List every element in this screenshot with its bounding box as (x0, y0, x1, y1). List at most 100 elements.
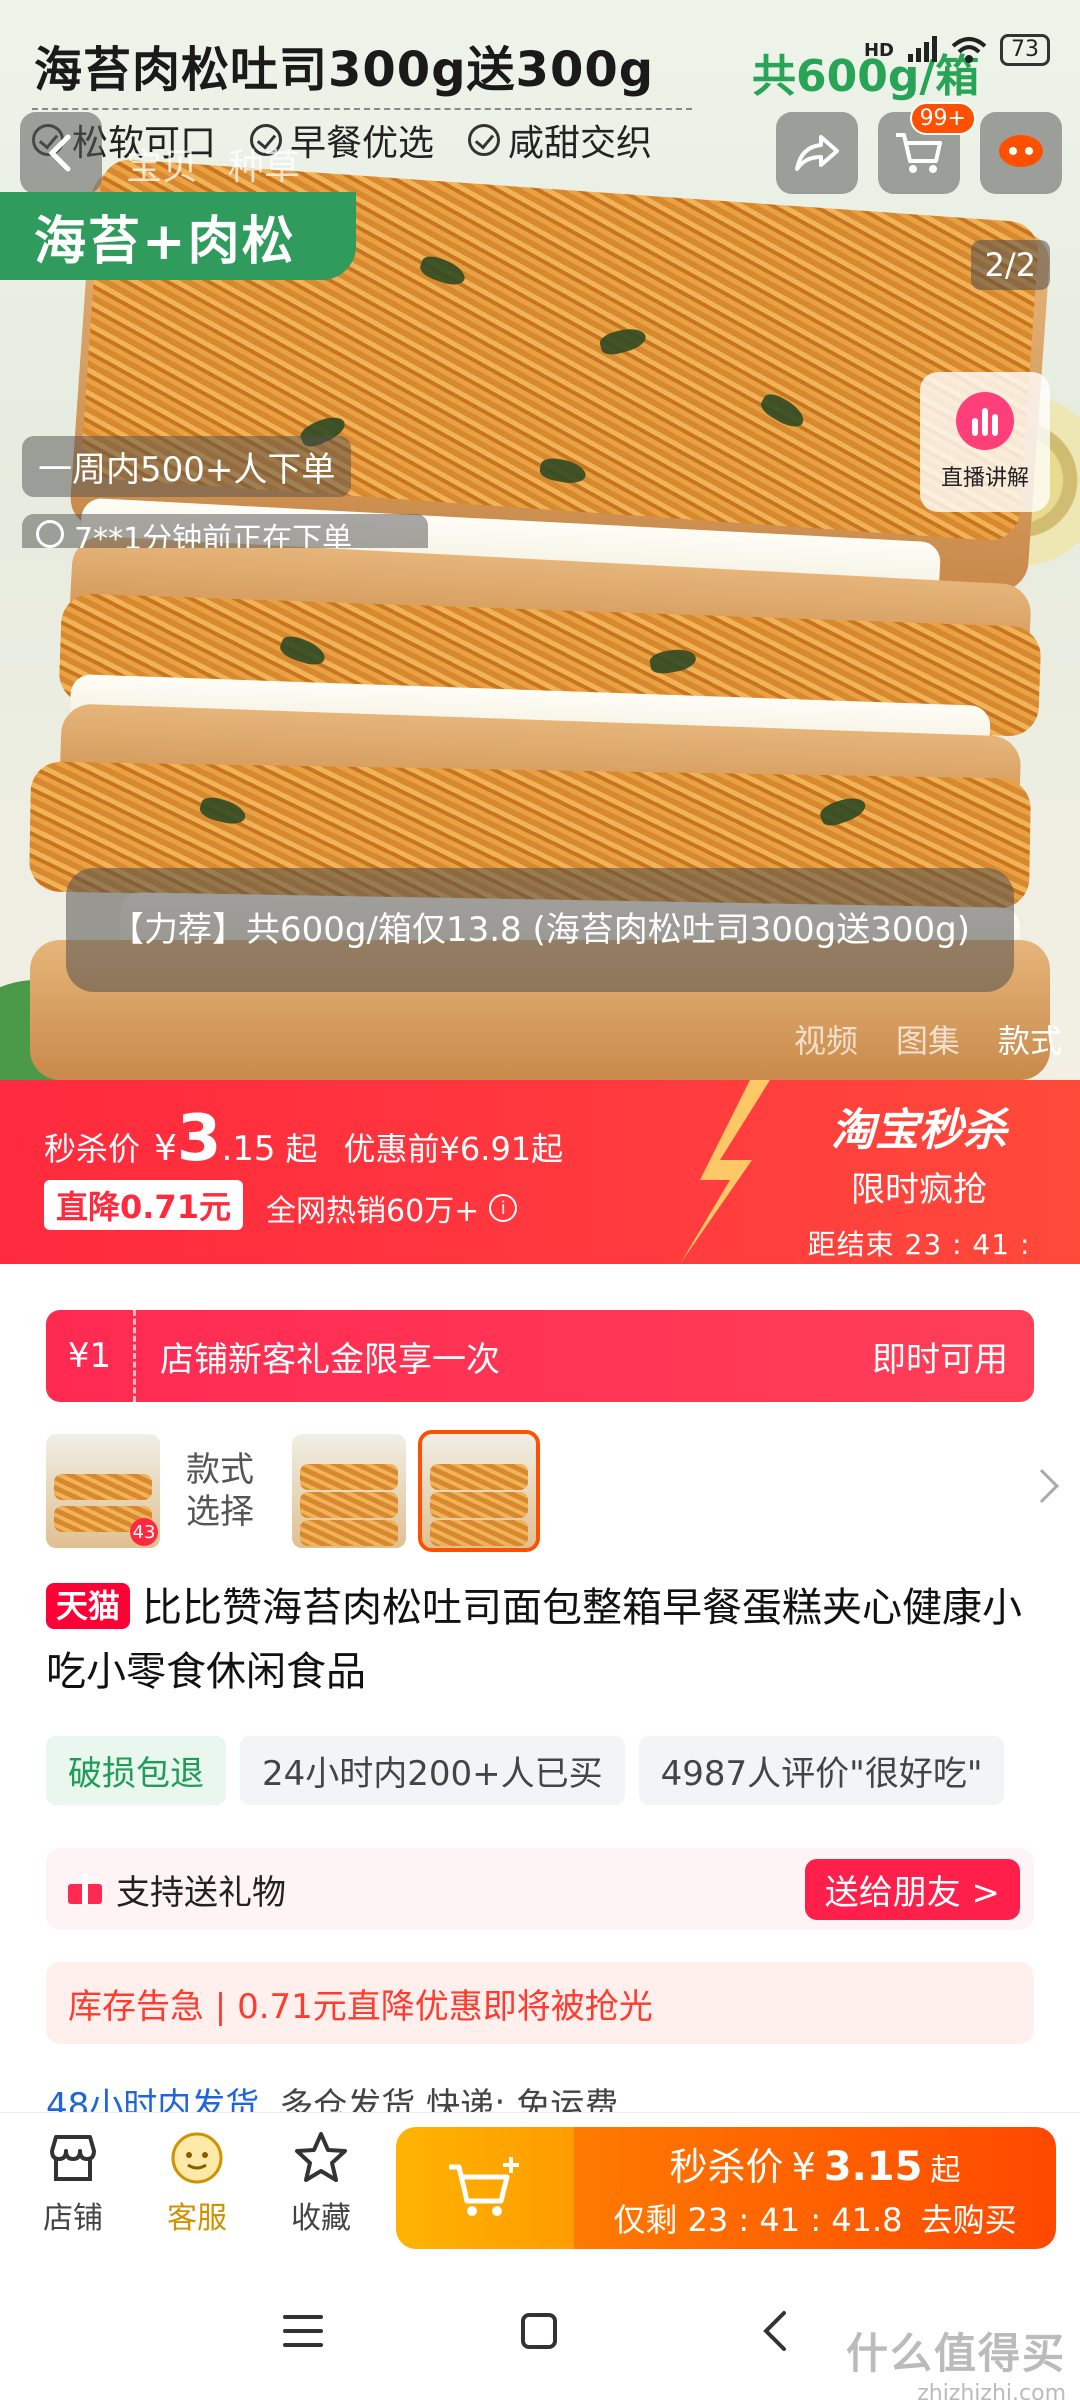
buy-countdown: 23 : 41 : 41.8 (687, 2200, 903, 2239)
share-button[interactable] (776, 112, 858, 194)
flash-sale-logo: 淘宝秒杀 (831, 1105, 1007, 1156)
price-suffix: 起 (285, 1130, 318, 1168)
home-square-icon (521, 2313, 557, 2349)
signal-icon (908, 36, 937, 62)
live-explain-button[interactable]: 直播讲解 (920, 372, 1050, 512)
store-icon (50, 2135, 96, 2181)
product-title-text: 比比赞海苔肉松吐司面包整箱早餐蛋糕夹心健康小吃小零食休闲食品 (46, 1585, 1023, 1695)
countdown-label: 距结束 (807, 1228, 895, 1261)
new-customer-coupon[interactable]: ¥1 店铺新客礼金限享一次 即时可用 (46, 1310, 1034, 1402)
tab-product[interactable]: 宝贝 (126, 138, 198, 190)
watermark-url: zhizhizhi.com (917, 2381, 1066, 2400)
product-hero-image[interactable]: 海苔肉松吐司300g送300g 共600g/箱 HD 73 松软可口 早餐优选 … (0, 0, 1080, 1080)
store-button[interactable]: 店铺 (18, 2129, 128, 2237)
chevron-right-icon[interactable] (1025, 1469, 1059, 1503)
chip-recent-buyers[interactable]: 24小时内200+人已买 (240, 1736, 625, 1805)
chevron-left-icon (48, 134, 71, 172)
variant-thumbnail[interactable]: 43 (46, 1434, 160, 1548)
weekly-orders-badge: 一周内500+人下单 (22, 436, 352, 497)
home-button[interactable] (504, 2296, 574, 2366)
shipping-time: 48小时内发货 (46, 2086, 260, 2112)
buy-action-label: 去购买 (920, 2200, 1017, 2239)
product-title: 天猫 比比赞海苔肉松吐司面包整箱早餐蛋糕夹心健康小吃小零食休闲食品 (46, 1576, 1036, 1704)
media-tabs: 视频 图集 款式 (794, 1016, 1062, 1062)
price-decimal: .15 (221, 1129, 276, 1169)
flash-sale-banner: 秒杀价 ¥ 3 .15 起 优惠前¥6.91起 直降0.71元 全网热销60万+… (0, 1080, 1080, 1296)
buy-currency: ¥ (791, 2144, 816, 2189)
live-bars-icon (956, 392, 1014, 450)
recent-order-ticker: 7**1分钟前正在下单 (22, 514, 428, 548)
top-tabs: 宝贝 种草 (126, 138, 300, 190)
recent-apps-button[interactable] (268, 2296, 338, 2366)
image-page-counter: 2/2 (970, 240, 1050, 290)
menu-icon (283, 2315, 323, 2347)
bottom-action-bar: 店铺 客服 收藏 秒杀价 ¥ 3.15 起 仅剩 23 : 41 : 41.8 … (0, 2112, 1080, 2262)
buy-price-label: 秒杀价 (669, 2144, 784, 2189)
variant-select-label: 款式选择 (186, 1450, 254, 1532)
image-caption: 【力荐】共600g/箱仅13.8 (海苔肉松吐司300g送300g) (66, 868, 1014, 992)
variant-thumbnail-selected[interactable] (418, 1430, 540, 1552)
coupon-description: 店铺新客礼金限享一次 (160, 1339, 500, 1380)
tmall-badge: 天猫 (46, 1583, 131, 1629)
tab-styles[interactable]: 款式 (998, 1016, 1062, 1062)
buy-now-button[interactable]: 秒杀价 ¥ 3.15 起 仅剩 23 : 41 : 41.8 去购买 (396, 2127, 1056, 2249)
gift-icon (68, 1874, 102, 1904)
add-to-cart-button[interactable] (396, 2127, 574, 2249)
add-cart-icon (449, 2157, 519, 2216)
system-status-bar: HD 73 (864, 34, 1050, 66)
tab-gallery[interactable]: 图集 (896, 1016, 960, 1062)
info-icon: i (489, 1194, 518, 1222)
flash-sale-subtitle: 限时疯抢 (851, 1170, 987, 1210)
flash-buy-button[interactable]: 秒杀价 ¥ 3.15 起 仅剩 23 : 41 : 41.8 去购买 (574, 2127, 1056, 2249)
page-title: 海苔肉松吐司300g送300g (34, 42, 655, 98)
flavor-tag: 海苔+肉松 (0, 192, 356, 280)
hot-sales-label: 全网热销60万+ (266, 1194, 480, 1229)
chip-reviews[interactable]: 4987人评价"很好吃" (638, 1736, 1005, 1805)
buy-remaining-label: 仅剩 (613, 2200, 678, 2239)
more-button[interactable] (980, 112, 1062, 194)
variant-thumbnail[interactable] (292, 1434, 406, 1548)
coupon-amount: ¥1 (46, 1310, 136, 1402)
price-line: 秒杀价 ¥ 3 .15 起 优惠前¥6.91起 (44, 1102, 563, 1176)
check-icon (468, 124, 501, 156)
wifi-icon (951, 37, 987, 63)
favorite-button[interactable]: 收藏 (266, 2129, 376, 2237)
buy-price: 3.15 (823, 2143, 923, 2190)
hot-sales-info[interactable]: 全网热销60万+ i (266, 1186, 518, 1230)
tab-video[interactable]: 视频 (794, 1016, 858, 1062)
share-icon (795, 135, 839, 171)
highlight-label: 早餐优选 (290, 123, 435, 164)
highlight-label: 咸甜交织 (508, 123, 653, 164)
original-price: 优惠前¥6.91起 (343, 1130, 564, 1168)
customer-service-button[interactable]: 客服 (142, 2129, 252, 2237)
variant-count-badge: 43 (130, 1518, 158, 1546)
highlight-item: 咸甜交织 (468, 114, 652, 166)
gift-support-row[interactable]: 支持送礼物 送给朋友 > (46, 1848, 1034, 1930)
customer-service-label: 客服 (167, 2201, 227, 2236)
buy-suffix: 起 (930, 2152, 961, 2188)
back-button[interactable] (20, 112, 102, 194)
price-currency: ¥ (154, 1128, 177, 1169)
back-arrow-icon (763, 2311, 786, 2351)
price-integer: 3 (176, 1102, 222, 1176)
shipping-info[interactable]: 48小时内发货 多仓发货 快递: 免运费 (46, 2078, 618, 2112)
variant-selector[interactable]: 43 款式选择 (46, 1430, 540, 1552)
tab-community[interactable]: 种草 (228, 138, 300, 190)
system-back-button[interactable] (740, 2296, 810, 2366)
user-avatar-icon (36, 520, 64, 548)
network-label: HD (863, 39, 894, 61)
lightning-bolt-icon (680, 1080, 770, 1264)
price-drop-tag: 直降0.71元 (44, 1180, 243, 1230)
cart-button[interactable]: 99+ (878, 102, 976, 194)
customer-service-icon (171, 2132, 223, 2184)
system-navigation-bar: 什么值得买 zhizhizhi.com (0, 2262, 1080, 2400)
buy-countdown-line: 仅剩 23 : 41 : 41.8 去购买 (613, 2195, 1016, 2241)
recent-order-text: 7**1分钟前正在下单 (74, 522, 353, 548)
send-to-friend-button[interactable]: 送给朋友 > (804, 1858, 1020, 1920)
chip-damage-refund[interactable]: 破损包退 (46, 1736, 226, 1805)
coupon-action[interactable]: 即时可用 (872, 1332, 1034, 1381)
product-details: ¥1 店铺新客礼金限享一次 即时可用 43 款式选择 天猫 比比赞海苔肉松吐司面包… (0, 1264, 1080, 2112)
message-icon (999, 135, 1043, 167)
site-watermark: 什么值得买 zhizhizhi.com (846, 2320, 1066, 2400)
shipping-details: 多仓发货 快递: 免运费 (279, 2086, 619, 2112)
